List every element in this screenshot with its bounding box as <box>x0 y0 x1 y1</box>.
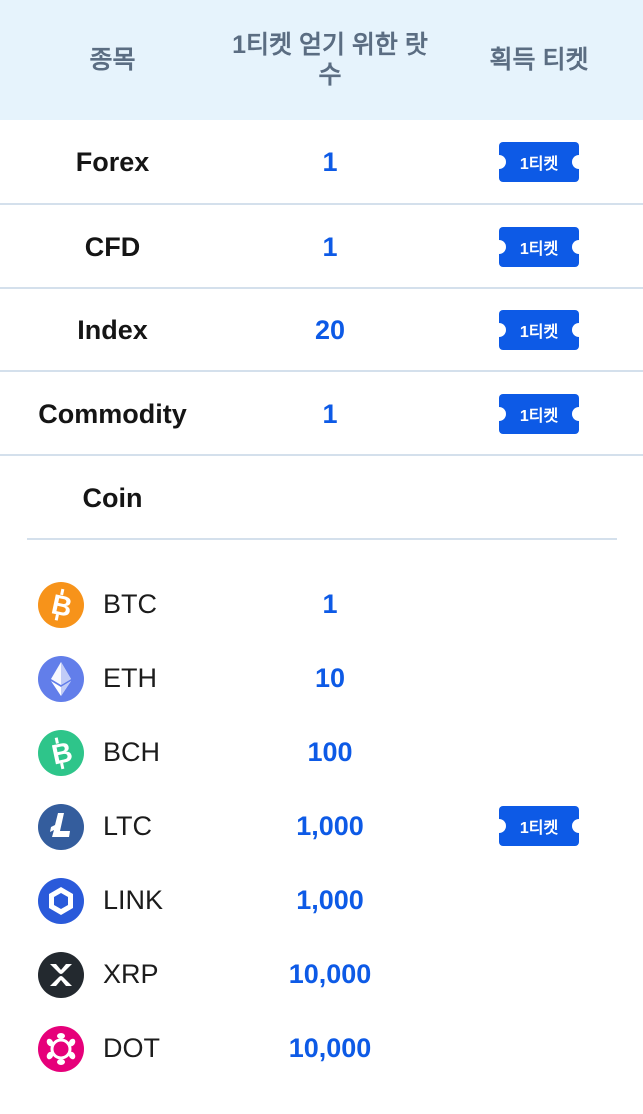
table-row: Coin <box>0 456 643 540</box>
coin-lots: 10,000 <box>288 958 372 989</box>
coin-symbol: XRP <box>103 958 159 989</box>
litecoin-icon <box>38 804 84 850</box>
ticket-badge: 1티켓 <box>492 394 586 434</box>
row-name: Forex <box>75 146 150 177</box>
row-name: Index <box>77 314 148 345</box>
ticket-badge: 1티켓 <box>492 227 586 267</box>
row-name: CFD <box>84 231 141 262</box>
coin-row-bch: B BCH 100 <box>0 715 643 789</box>
coin-symbol: LTC <box>103 810 153 841</box>
row-lots: 20 <box>314 314 346 345</box>
row-lots: 1 <box>322 146 338 177</box>
table-row: Forex 1 1티켓 <box>0 120 643 204</box>
ticket-badge: 1티켓 <box>492 310 586 350</box>
xrp-icon <box>38 952 84 998</box>
ethereum-icon <box>38 656 84 702</box>
coin-lots: 1,000 <box>296 884 364 915</box>
table-row: Index 20 1티켓 <box>0 288 643 372</box>
coin-row-eth: ETH 10 <box>0 641 643 715</box>
row-lots: 1 <box>322 231 338 262</box>
row-lots: 1 <box>322 398 338 429</box>
coin-lots: 100 <box>307 736 353 767</box>
header-ticket: 획득 티켓 <box>489 46 589 74</box>
bitcoin-icon: B <box>38 582 84 628</box>
coin-symbol: ETH <box>103 662 157 693</box>
coin-lots: 1 <box>322 588 338 619</box>
chainlink-icon <box>38 878 84 924</box>
coin-lots: 10 <box>314 662 346 693</box>
header-item: 종목 <box>89 46 136 74</box>
coin-symbol: DOT <box>103 1032 160 1063</box>
bitcoin-cash-icon: B <box>38 730 84 776</box>
coin-row-xrp: XRP 10,000 <box>0 937 643 1011</box>
ticket-badge: 1티켓 <box>492 142 586 182</box>
polkadot-icon <box>38 1026 84 1072</box>
coin-lots: 10,000 <box>288 1032 372 1063</box>
header-lots: 1티켓 얻기 위한 랏수 <box>232 31 428 89</box>
coin-row-ltc: LTC 1,000 1티켓 <box>0 789 643 863</box>
coin-row-dot: DOT 10,000 <box>0 1011 643 1085</box>
coin-symbol: LINK <box>103 884 164 915</box>
row-name: Commodity <box>38 398 187 429</box>
ticket-badge: 1티켓 <box>492 806 586 846</box>
table-header: 종목 1티켓 얻기 위한 랏수 획득 티켓 <box>0 0 643 120</box>
row-name: Coin <box>82 482 143 513</box>
coin-lots: 1,000 <box>296 810 364 841</box>
table-row: CFD 1 1티켓 <box>0 205 643 289</box>
coin-symbol: BTC <box>103 588 157 619</box>
coin-row-link: LINK 1,000 <box>0 863 643 937</box>
coin-row-btc: B BTC 1 <box>0 567 643 641</box>
divider <box>27 538 617 540</box>
coin-symbol: BCH <box>103 736 161 767</box>
table-row: Commodity 1 1티켓 <box>0 372 643 456</box>
